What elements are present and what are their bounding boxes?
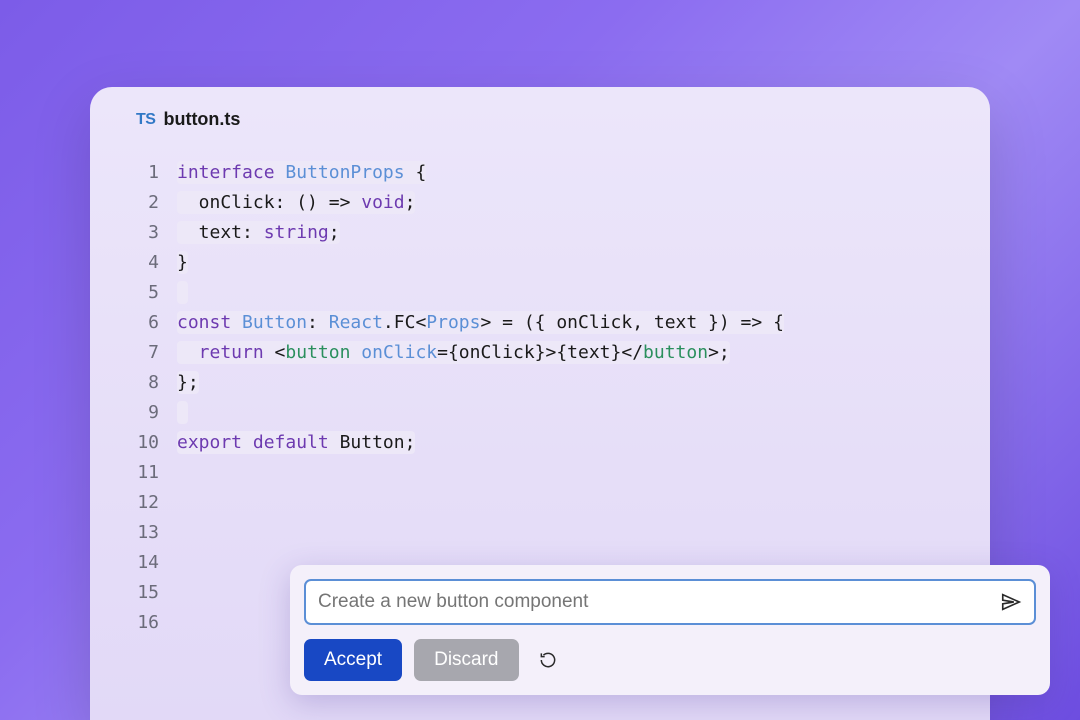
- code-line: [177, 398, 990, 428]
- ai-prompt-panel: Accept Discard: [290, 565, 1050, 695]
- line-number: 8: [125, 368, 159, 398]
- line-gutter: 1 2 3 4 5 6 7 8 9 10 11 12 13 14 15 16: [125, 158, 177, 638]
- button-row: Accept Discard: [304, 639, 1036, 681]
- line-number: 6: [125, 308, 159, 338]
- code-line: export default Button;: [177, 428, 990, 458]
- line-number: 5: [125, 278, 159, 308]
- prompt-input[interactable]: [318, 591, 1000, 613]
- send-icon[interactable]: [1000, 591, 1022, 613]
- line-number: 10: [125, 428, 159, 458]
- code-line: const Button: React.FC<Props> = ({ onCli…: [177, 308, 990, 338]
- line-number: 7: [125, 338, 159, 368]
- line-number: 1: [125, 158, 159, 188]
- line-number: 12: [125, 488, 159, 518]
- code-line: };: [177, 368, 990, 398]
- code-line: text: string;: [177, 218, 990, 248]
- prompt-input-container[interactable]: [304, 579, 1036, 625]
- typescript-icon: TS: [136, 111, 155, 129]
- file-tab[interactable]: TS button.ts: [90, 109, 990, 130]
- line-number: 13: [125, 518, 159, 548]
- accept-button[interactable]: Accept: [304, 639, 402, 681]
- line-number: 11: [125, 458, 159, 488]
- retry-icon[interactable]: [535, 647, 561, 673]
- code-line: onClick: () => void;: [177, 188, 990, 218]
- line-number: 15: [125, 578, 159, 608]
- line-number: 9: [125, 398, 159, 428]
- file-name: button.ts: [163, 109, 240, 130]
- code-line: }: [177, 248, 990, 278]
- code-line: [177, 278, 990, 308]
- line-number: 14: [125, 548, 159, 578]
- code-line: interface ButtonProps {: [177, 158, 990, 188]
- line-number: 3: [125, 218, 159, 248]
- line-number: 16: [125, 608, 159, 638]
- line-number: 4: [125, 248, 159, 278]
- line-number: 2: [125, 188, 159, 218]
- discard-button[interactable]: Discard: [414, 639, 518, 681]
- code-line: return <button onClick={onClick}>{text}<…: [177, 338, 990, 368]
- editor-window: TS button.ts 1 2 3 4 5 6 7 8 9 10 11 12 …: [90, 87, 990, 720]
